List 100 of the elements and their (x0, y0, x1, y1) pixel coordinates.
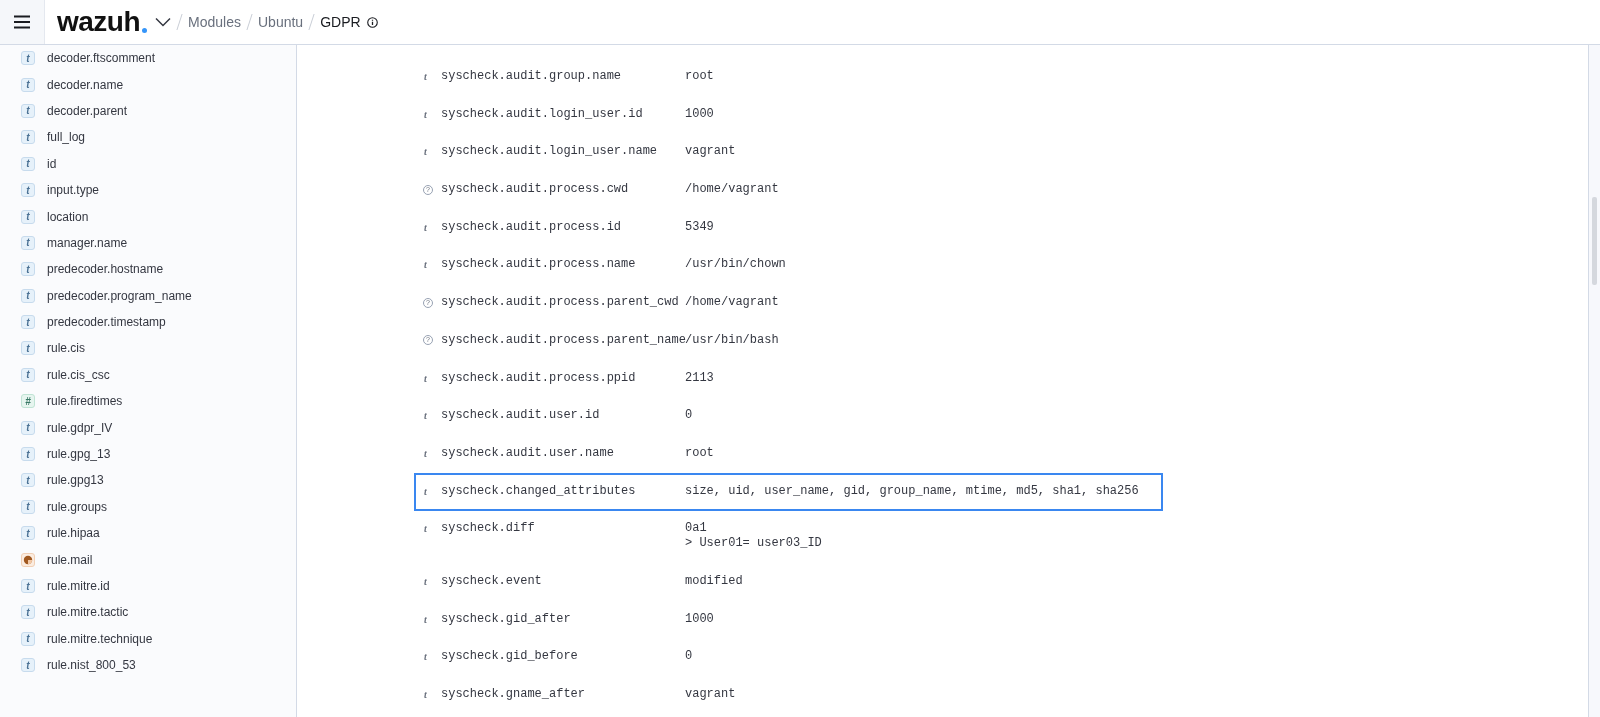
field-value: 1000 (685, 611, 714, 627)
string-type-icon: t (21, 183, 35, 198)
chevron-down-icon[interactable] (155, 17, 172, 27)
field-list-item[interactable]: # rule.firedtimes (0, 388, 296, 415)
string-type-icon: t (21, 367, 35, 382)
field-value: vagrant (685, 687, 736, 702)
field-name: syscheck.event (441, 573, 543, 589)
field-name: syscheck.audit.user.id (441, 408, 601, 424)
string-type-icon: t (21, 235, 35, 250)
field-value: vagrant (685, 144, 736, 160)
field-name: syscheck.audit.process.parent_name (441, 332, 685, 348)
field-list-item[interactable]: t predecoder.hostname (0, 256, 296, 283)
field-name: syscheck.audit.login_user.id (441, 106, 644, 122)
string-type-icon: t (424, 611, 427, 627)
field-name: syscheck.audit.process.id (441, 219, 623, 235)
string-type-icon: t (21, 473, 35, 488)
field-value: /usr/bin/chown (685, 257, 786, 273)
string-type-icon: t (21, 447, 35, 462)
string-type-icon: t (424, 483, 427, 499)
breadcrumb-link[interactable]: Ubuntu (258, 14, 304, 30)
string-type-icon: t (21, 499, 35, 514)
menu-icon (14, 15, 30, 29)
field-list-item[interactable]: t rule.hipaa (0, 520, 296, 547)
breadcrumb-link[interactable]: Modules (188, 14, 241, 30)
logo: wazuh (57, 8, 141, 36)
field-value: root (685, 445, 714, 461)
field-list-item[interactable]: t predecoder.program_name (0, 282, 296, 309)
field-list-item[interactable]: t rule.nist_800_53 (0, 652, 296, 679)
field-name: syscheck.audit.process.parent_cwd (441, 295, 680, 311)
field-value: /home/vagrant (685, 182, 779, 198)
field-list-item[interactable]: t rule.gdpr_IV (0, 414, 296, 441)
string-type-icon: t (424, 144, 427, 160)
field-list-item[interactable]: t decoder.parent (0, 97, 296, 125)
field-list-item[interactable]: t rule.gpg_13 (0, 440, 296, 468)
field-value: 0 (685, 408, 693, 424)
string-type-icon: t (21, 51, 35, 66)
field-value: 5349 (685, 219, 714, 235)
field-value: 2113 (685, 370, 714, 386)
string-type-icon: t (424, 687, 427, 702)
field-value: root (685, 69, 714, 84)
string-type-icon: t (21, 341, 35, 356)
field-list-item[interactable]: t rule.mitre.id (0, 572, 296, 600)
field-value: 0a1 > User01= user03_ID (685, 521, 822, 552)
field-list-item[interactable]: t input.type (0, 176, 296, 204)
field-name: syscheck.audit.process.name (441, 257, 637, 273)
field-list-item[interactable]: t decoder.ftscomment (0, 45, 296, 72)
string-type-icon: t (21, 315, 35, 330)
field-value: 1000 (685, 106, 714, 122)
field-list-item[interactable]: t id (0, 150, 296, 177)
string-type-icon: t (424, 445, 427, 461)
field-name: syscheck.gid_after (441, 611, 572, 627)
string-type-icon: t (21, 103, 35, 118)
menu-button[interactable] (0, 0, 45, 44)
string-type-icon: t (21, 209, 35, 224)
field-value: 0 (685, 649, 693, 665)
string-type-icon: t (424, 219, 427, 235)
field-list-item[interactable]: t rule.cis_csc (0, 361, 296, 389)
field-value: /usr/bin/bash (685, 332, 779, 348)
field-name: syscheck.diff (441, 521, 536, 538)
field-list-item[interactable]: t rule.mitre.technique (0, 625, 296, 652)
string-type-icon: t (21, 156, 35, 171)
string-type-icon: t (21, 631, 35, 646)
string-type-icon: t (424, 69, 427, 84)
string-type-icon: t (424, 521, 427, 537)
field-list-item[interactable]: t rule.groups (0, 493, 296, 521)
boolean-type-icon (21, 552, 35, 567)
string-type-icon: t (21, 579, 35, 593)
field-list-item[interactable]: t rule.gpg13 (0, 467, 296, 494)
field-value: size, uid, user_name, gid, group_name, mtime, md5, sha1, sha256 (685, 483, 1139, 499)
field-list-item[interactable]: rule.mail (0, 546, 296, 573)
string-type-icon: t (21, 420, 35, 435)
string-type-icon: t (21, 77, 35, 92)
field-list-item[interactable]: t full_log (0, 124, 296, 151)
field-list-item[interactable]: t manager.name (0, 229, 296, 257)
string-type-icon: t (21, 130, 35, 145)
number-type-icon: # (21, 394, 35, 409)
field-value: /home/vagrant (685, 295, 779, 311)
string-type-icon: t (21, 605, 35, 620)
string-type-icon: t (424, 649, 427, 665)
field-name: syscheck.changed_attributes (441, 483, 637, 499)
scrollbar[interactable] (1589, 45, 1600, 717)
field-list-item[interactable]: t decoder.name (0, 71, 296, 98)
string-type-icon: t (424, 106, 427, 122)
field-name: syscheck.gid_before (441, 649, 579, 665)
field-name: syscheck.audit.group.name (441, 69, 623, 84)
field-name: syscheck.gname_after (441, 687, 587, 702)
field-list-item[interactable]: t predecoder.timestamp (0, 308, 296, 336)
info-icon[interactable] (366, 16, 378, 28)
string-type-icon: t (21, 658, 35, 673)
field-name: syscheck.audit.login_user.name (441, 144, 659, 160)
string-type-icon: t (424, 257, 427, 273)
field-name: syscheck.audit.user.name (441, 445, 615, 461)
field-list-item[interactable]: t location (0, 203, 296, 230)
field-list-item[interactable]: t rule.mitre.tactic (0, 599, 296, 626)
field-name: syscheck.audit.process.cwd (441, 182, 630, 198)
breadcrumb-link[interactable]: GDPR (320, 14, 361, 30)
field-name: syscheck.audit.process.ppid (441, 370, 637, 386)
field-value: modified (685, 573, 743, 589)
field-list-item[interactable]: t rule.cis (0, 335, 296, 362)
string-type-icon: t (424, 370, 427, 386)
